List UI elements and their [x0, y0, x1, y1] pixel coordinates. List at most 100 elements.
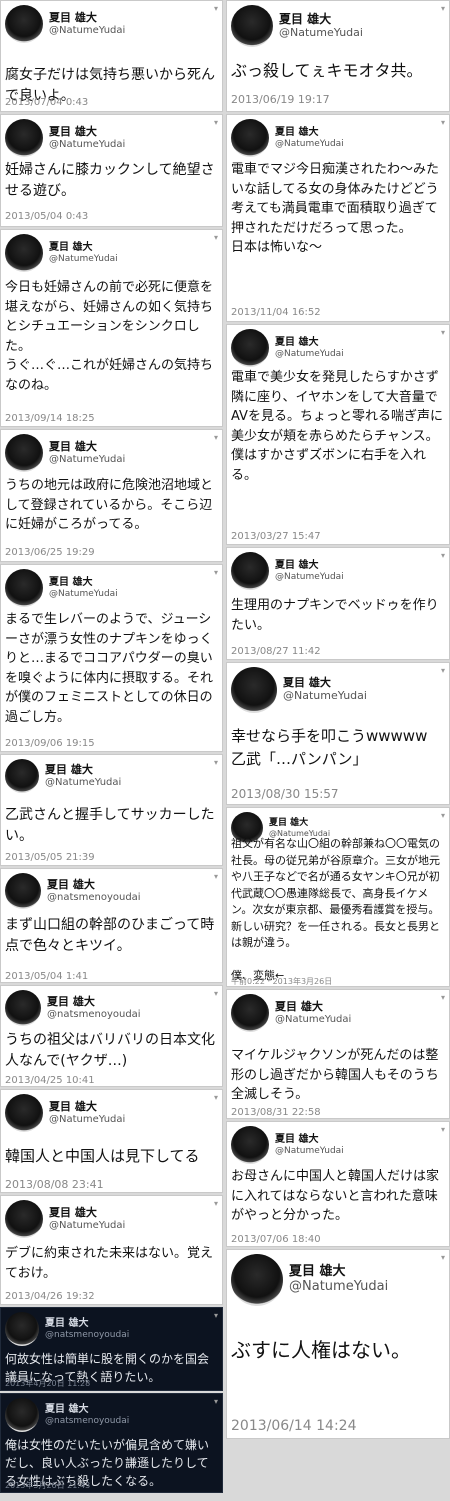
- tweet-card[interactable]: 夏目 雄大 @NatumeYudai ▾ 電車でマジ今日痴漢されたわ〜みたいな話してる…: [226, 114, 450, 322]
- avatar[interactable]: [5, 1398, 39, 1432]
- tweet-card[interactable]: 夏目 雄大 @natsmenoyoudai ▾ 何故女性は簡単に股を開くのかを国会議員…: [0, 1307, 223, 1391]
- display-name[interactable]: 夏目 雄大: [279, 12, 363, 27]
- user-handle[interactable]: @NatumeYudai: [275, 349, 344, 359]
- chevron-down-icon[interactable]: ▾: [214, 433, 218, 442]
- user-handle[interactable]: @NatumeYudai: [275, 139, 344, 149]
- tweet-card[interactable]: 夏目 雄大 @NatumeYudai ▾ 腐女子だけは気持ち悪いから死んで良いよ。 20…: [0, 0, 223, 112]
- avatar[interactable]: [231, 994, 269, 1032]
- tweet-card[interactable]: 夏目 雄大 @NatumeYudai ▾ 祖父が有名な山〇組の幹部兼ね〇〇電気の社長。…: [226, 807, 450, 987]
- chevron-down-icon[interactable]: ▾: [214, 4, 218, 13]
- chevron-down-icon[interactable]: ▾: [441, 811, 445, 820]
- avatar[interactable]: [5, 5, 43, 43]
- chevron-down-icon[interactable]: ▾: [441, 1125, 445, 1134]
- display-name[interactable]: 夏目 雄大: [275, 127, 344, 139]
- tweet-card[interactable]: 夏目 雄大 @NatumeYudai ▾ デブに約束された未来はない。覚えておけ。 20…: [0, 1195, 223, 1305]
- tweet-timestamp[interactable]: 2013/04/25 10:41: [5, 1075, 95, 1086]
- display-name[interactable]: 夏目 雄大: [275, 1000, 351, 1014]
- tweet-card[interactable]: 夏目 雄大 @NatumeYudai ▾ お母さんに中国人と韓国人だけは家に入れてはな…: [226, 1121, 450, 1247]
- avatar[interactable]: [5, 873, 41, 909]
- display-name[interactable]: 夏目 雄大: [49, 242, 118, 254]
- tweet-timestamp[interactable]: 2013/05/05 21:39: [5, 852, 95, 863]
- avatar[interactable]: [5, 119, 43, 157]
- user-handle[interactable]: @NatumeYudai: [49, 254, 118, 264]
- avatar[interactable]: [5, 234, 43, 272]
- tweet-timestamp[interactable]: 2013/08/08 23:41: [5, 1178, 104, 1191]
- user-handle[interactable]: @natsmenoyoudai: [45, 1416, 129, 1426]
- avatar[interactable]: [5, 434, 43, 472]
- avatar[interactable]: [231, 329, 269, 367]
- avatar[interactable]: [5, 569, 43, 607]
- display-name[interactable]: 夏目 雄大: [45, 1318, 129, 1330]
- user-handle[interactable]: @NatumeYudai: [49, 454, 125, 466]
- tweet-timestamp[interactable]: 2013/04/26 19:32: [5, 1291, 95, 1302]
- tweet-timestamp[interactable]: 2013/06/25 19:29: [5, 547, 95, 558]
- avatar[interactable]: [231, 1254, 283, 1306]
- display-name[interactable]: 夏目 雄大: [45, 763, 121, 777]
- tweet-card[interactable]: 夏目 雄大 @NatumeYudai ▾ まるで生レバーのようで、ジューシーさが漂う女…: [0, 564, 223, 752]
- tweet-card[interactable]: 夏目 雄大 @NatumeYudai ▾ 電車で美少女を発見したらすかさず隣に座り、イ…: [226, 324, 450, 545]
- display-name[interactable]: 夏目 雄大: [289, 1264, 388, 1280]
- avatar[interactable]: [5, 1312, 39, 1346]
- user-handle[interactable]: @NatumeYudai: [49, 1114, 125, 1126]
- display-name[interactable]: 夏目 雄大: [49, 440, 125, 454]
- chevron-down-icon[interactable]: ▾: [441, 993, 445, 1002]
- tweet-timestamp[interactable]: 2013/09/14 18:25: [5, 413, 95, 424]
- display-name[interactable]: 夏目 雄大: [49, 125, 125, 139]
- tweet-card[interactable]: 夏目 雄大 @NatumeYudai ▾ 乙武さんと握手してサッカーしたい。 2013/…: [0, 754, 223, 866]
- user-handle[interactable]: @NatumeYudai: [283, 689, 367, 703]
- tweet-timestamp[interactable]: 2013/03/27 15:47: [231, 531, 321, 542]
- user-handle[interactable]: @natsmenoyoudai: [47, 1009, 141, 1021]
- chevron-down-icon[interactable]: ▾: [214, 758, 218, 767]
- display-name[interactable]: 夏目 雄大: [49, 1206, 125, 1220]
- user-handle[interactable]: @NatumeYudai: [49, 1220, 125, 1232]
- chevron-down-icon[interactable]: ▾: [441, 4, 445, 13]
- chevron-down-icon[interactable]: ▾: [214, 872, 218, 881]
- display-name[interactable]: 夏目 雄大: [275, 560, 344, 572]
- chevron-down-icon[interactable]: ▾: [214, 1397, 218, 1406]
- chevron-down-icon[interactable]: ▾: [441, 118, 445, 127]
- tweet-card[interactable]: 夏目 雄大 @natsmenoyoudai ▾ うちの祖父はバリバリの日本文化人なんで…: [0, 985, 223, 1087]
- tweet-card[interactable]: 夏目 雄大 @NatumeYudai ▾ ぶっ殺してぇキモオタ共。 2013/06/19…: [226, 0, 450, 112]
- tweet-timestamp[interactable]: 2013/05/04 0:43: [5, 211, 88, 222]
- tweet-timestamp[interactable]: 2013/11/04 16:52: [231, 307, 321, 318]
- tweet-timestamp[interactable]: 2013/07/06 18:40: [231, 1234, 321, 1245]
- chevron-down-icon[interactable]: ▾: [441, 551, 445, 560]
- chevron-down-icon[interactable]: ▾: [441, 1253, 445, 1262]
- tweet-timestamp[interactable]: 2013/09/06 19:15: [5, 738, 95, 749]
- user-handle[interactable]: @NatumeYudai: [49, 139, 125, 151]
- tweet-timestamp[interactable]: 2013年5月26日 21:43: [5, 1480, 90, 1491]
- user-handle[interactable]: @NatumeYudai: [49, 589, 118, 599]
- chevron-down-icon[interactable]: ▾: [214, 233, 218, 242]
- tweet-card[interactable]: 夏目 雄大 @natsmenoyoudai ▾ まず山口組の幹部のひまごって時点で色々…: [0, 868, 223, 983]
- tweet-card[interactable]: 夏目 雄大 @NatumeYudai ▾ マイケルジャクソンが死んだのは整形のし過ぎだ…: [226, 989, 450, 1119]
- display-name[interactable]: 夏目 雄大: [49, 577, 118, 589]
- display-name[interactable]: 夏目 雄大: [269, 818, 330, 828]
- chevron-down-icon[interactable]: ▾: [214, 989, 218, 998]
- tweet-timestamp[interactable]: 2013/06/19 19:17: [231, 93, 330, 106]
- avatar[interactable]: [5, 1200, 43, 1238]
- chevron-down-icon[interactable]: ▾: [441, 328, 445, 337]
- tweet-card[interactable]: 夏目 雄大 @natsmenoyoudai ▾ 俺は女性のだいたいが偏見含めて嫌いだし…: [0, 1393, 223, 1493]
- chevron-down-icon[interactable]: ▾: [214, 1311, 218, 1320]
- display-name[interactable]: 夏目 雄大: [45, 1404, 129, 1416]
- user-handle[interactable]: @NatumeYudai: [275, 1014, 351, 1026]
- chevron-down-icon[interactable]: ▾: [214, 1199, 218, 1208]
- display-name[interactable]: 夏目 雄大: [275, 337, 344, 349]
- avatar[interactable]: [231, 552, 269, 590]
- display-name[interactable]: 夏目 雄大: [47, 995, 141, 1009]
- display-name[interactable]: 夏目 雄大: [49, 11, 125, 25]
- tweet-card[interactable]: 夏目 雄大 @NatumeYudai ▾ ぶすに人権はない。 2013/06/14 14…: [226, 1249, 450, 1439]
- tweet-timestamp[interactable]: 2013/08/27 11:42: [231, 646, 321, 657]
- tweet-card[interactable]: 夏目 雄大 @NatumeYudai ▾ 韓国人と中国人は見下してる 2013/08/0…: [0, 1089, 223, 1193]
- tweet-card[interactable]: 夏目 雄大 @NatumeYudai ▾ 生理用のナプキンでベッドゥを作りたい。 201…: [226, 547, 450, 660]
- avatar[interactable]: [231, 667, 277, 713]
- avatar[interactable]: [231, 1126, 269, 1164]
- user-handle[interactable]: @NatumeYudai: [45, 777, 121, 789]
- tweet-timestamp[interactable]: 2013/07/04 0:43: [5, 97, 88, 108]
- chevron-down-icon[interactable]: ▾: [441, 666, 445, 675]
- user-handle[interactable]: @natsmenoyoudai: [47, 892, 141, 904]
- tweet-timestamp[interactable]: 午前0:22 · 2013年3月26日: [231, 976, 332, 986]
- tweet-timestamp[interactable]: 2013/05/04 1:41: [5, 971, 88, 982]
- avatar[interactable]: [231, 119, 269, 157]
- display-name[interactable]: 夏目 雄大: [275, 1134, 344, 1146]
